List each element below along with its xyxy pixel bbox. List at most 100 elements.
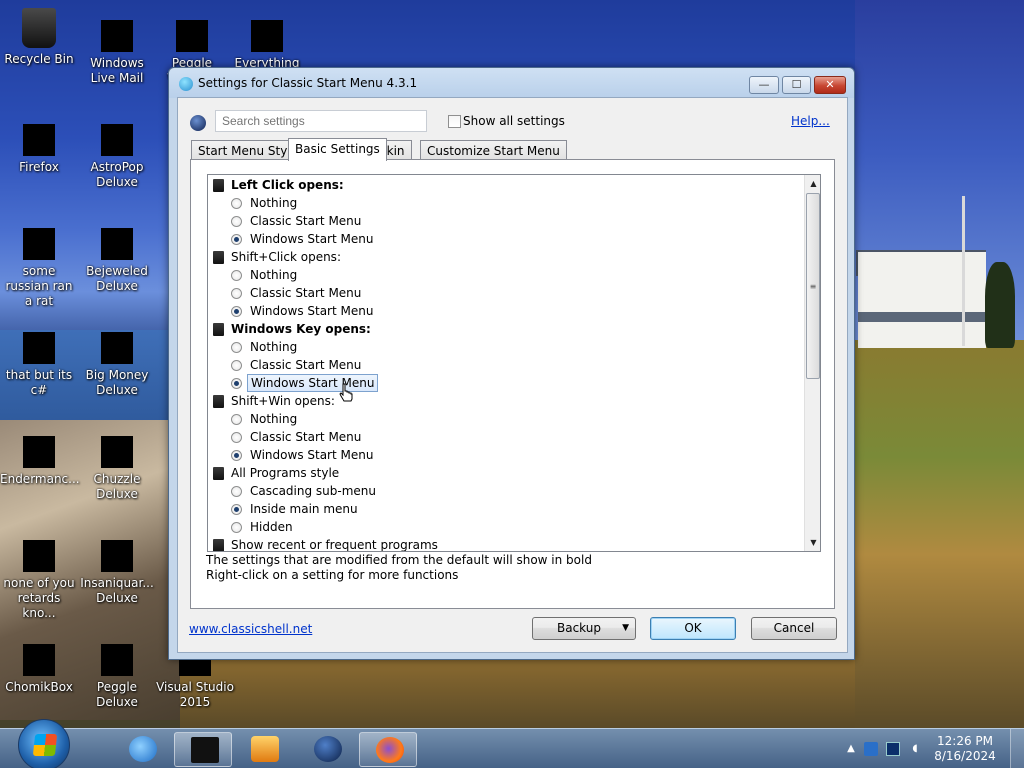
radio-unselected-icon[interactable]: [231, 288, 242, 299]
setting-option-label[interactable]: Hidden: [250, 518, 293, 536]
volume-icon[interactable]: ◖: [908, 742, 922, 756]
desktop-icon-recycle-bin[interactable]: Recycle Bin: [0, 8, 78, 67]
setting-radio-option[interactable]: Windows Start Menu: [208, 230, 803, 248]
setting-option-label[interactable]: Windows Start Menu: [250, 302, 373, 320]
taskbar-command-prompt[interactable]: [174, 732, 232, 767]
tray-app-icon[interactable]: [864, 742, 878, 756]
radio-unselected-icon[interactable]: [231, 216, 242, 227]
setting-option-label[interactable]: Inside main menu: [250, 500, 358, 518]
maximize-button[interactable]: ☐: [782, 76, 811, 94]
cancel-button[interactable]: Cancel: [751, 617, 837, 640]
setting-option-label[interactable]: Windows Start Menu: [247, 374, 379, 392]
search-input[interactable]: [215, 110, 427, 132]
setting-option-label[interactable]: Classic Start Menu: [250, 284, 361, 302]
radio-unselected-icon[interactable]: [231, 198, 242, 209]
setting-radio-option[interactable]: Classic Start Menu: [208, 428, 803, 446]
show-all-settings-checkbox[interactable]: [448, 115, 461, 128]
radio-unselected-icon[interactable]: [231, 270, 242, 281]
setting-group-header[interactable]: Windows Key opens:: [208, 320, 803, 338]
title-bar[interactable]: Settings for Classic Start Menu 4.3.1 — …: [169, 68, 854, 98]
backup-button[interactable]: Backup ▼: [532, 617, 636, 640]
desktop-icon-label: AstroPop Deluxe: [90, 160, 144, 189]
right-click-note: Right-click on a setting for more functi…: [206, 568, 459, 582]
taskbar-classic-shell[interactable]: [298, 732, 356, 767]
desktop-icon-astropop[interactable]: AstroPop Deluxe: [78, 124, 156, 190]
desktop-icon-bejeweled[interactable]: Bejeweled Deluxe: [78, 228, 156, 294]
setting-option-label[interactable]: Windows Start Menu: [250, 446, 373, 464]
scroll-up-arrow-icon[interactable]: ▲: [805, 175, 820, 192]
scroll-thumb[interactable]: ≡: [806, 193, 820, 379]
ok-button[interactable]: OK: [650, 617, 736, 640]
setting-option-label[interactable]: Nothing: [250, 194, 297, 212]
radio-selected-icon[interactable]: [231, 378, 242, 389]
setting-group-header[interactable]: All Programs style: [208, 464, 803, 482]
desktop-icon-insaniquarium[interactable]: Insaniquar... Deluxe: [78, 540, 156, 606]
show-hidden-icons-chevron-icon[interactable]: ▲: [844, 742, 858, 756]
desktop-icon-endermanch[interactable]: Endermanc...: [0, 436, 80, 487]
show-all-settings-label[interactable]: Show all settings: [463, 114, 565, 128]
classicshell-website-link[interactable]: www.classicshell.net: [189, 622, 312, 636]
setting-radio-option[interactable]: Nothing: [208, 410, 803, 428]
setting-radio-option[interactable]: Windows Start Menu: [208, 374, 803, 392]
setting-radio-option[interactable]: Inside main menu: [208, 500, 803, 518]
setting-radio-option[interactable]: Nothing: [208, 194, 803, 212]
setting-option-label[interactable]: Cascading sub-menu: [250, 482, 376, 500]
setting-radio-option[interactable]: Classic Start Menu: [208, 356, 803, 374]
setting-group-header[interactable]: Shift+Click opens:: [208, 248, 803, 266]
desktop-icon-firefox[interactable]: Firefox: [0, 124, 78, 175]
desktop-icon-big-money[interactable]: Big Money Deluxe: [78, 332, 156, 398]
setting-option-label[interactable]: Classic Start Menu: [250, 212, 361, 230]
setting-radio-option[interactable]: Classic Start Menu: [208, 284, 803, 302]
setting-option-label[interactable]: Nothing: [250, 410, 297, 428]
setting-group-label: Show recent or frequent programs: [231, 538, 438, 552]
desktop-icon-peggle[interactable]: Peggle Deluxe: [78, 644, 156, 710]
desktop-icon-none-of-you[interactable]: none of you retards kno...: [0, 540, 78, 621]
taskbar-firefox[interactable]: [359, 732, 417, 767]
start-button[interactable]: [18, 719, 70, 768]
setting-radio-option[interactable]: Nothing: [208, 338, 803, 356]
desktop-icon-windows-live-mail[interactable]: Windows Live Mail: [78, 20, 156, 86]
radio-unselected-icon[interactable]: [231, 432, 242, 443]
settings-tree[interactable]: Show recent or frequent programs Hidden In…: [207, 174, 821, 552]
radio-selected-icon[interactable]: [231, 450, 242, 461]
desktop-icon-chomikbox[interactable]: ChomikBox: [0, 644, 78, 695]
setting-group-header[interactable]: Left Click opens:: [208, 176, 803, 194]
desktop-icon-csharp[interactable]: that but its c#: [0, 332, 78, 398]
help-link[interactable]: Help...: [791, 114, 830, 128]
firefox-icon: [23, 124, 55, 156]
vertical-scrollbar[interactable]: ▲ ≡ ▼: [804, 175, 820, 551]
setting-radio-option[interactable]: Windows Start Menu: [208, 302, 803, 320]
taskbar-media-player[interactable]: [235, 732, 293, 767]
radio-unselected-icon[interactable]: [231, 342, 242, 353]
setting-option-label[interactable]: Nothing: [250, 338, 297, 356]
radio-selected-icon[interactable]: [231, 234, 242, 245]
tab-basic-settings[interactable]: Basic Settings: [288, 138, 387, 161]
setting-radio-option[interactable]: Cascading sub-menu: [208, 482, 803, 500]
clock[interactable]: 12:26 PM 8/16/2024: [930, 734, 1000, 764]
close-button[interactable]: ✕: [814, 76, 846, 94]
radio-unselected-icon[interactable]: [231, 360, 242, 371]
setting-option-label[interactable]: Windows Start Menu: [250, 230, 373, 248]
scroll-down-arrow-icon[interactable]: ▼: [805, 534, 820, 551]
radio-unselected-icon[interactable]: [231, 414, 242, 425]
setting-option-label[interactable]: Classic Start Menu: [250, 428, 361, 446]
setting-radio-option[interactable]: Windows Start Menu: [208, 446, 803, 464]
radio-selected-icon[interactable]: [231, 306, 242, 317]
taskbar-internet-explorer[interactable]: [113, 732, 171, 767]
setting-radio-option[interactable]: Classic Start Menu: [208, 212, 803, 230]
setting-group-header[interactable]: Shift+Win opens:: [208, 392, 803, 410]
setting-option-label[interactable]: Classic Start Menu: [250, 356, 361, 374]
show-desktop-button[interactable]: [1010, 729, 1024, 768]
setting-option-label[interactable]: Nothing: [250, 266, 297, 284]
radio-unselected-icon[interactable]: [231, 522, 242, 533]
tab-customize-start-menu[interactable]: Customize Start Menu: [420, 140, 567, 160]
network-icon[interactable]: [886, 742, 900, 756]
desktop-icon-chuzzle[interactable]: Chuzzle Deluxe: [78, 436, 156, 502]
radio-selected-icon[interactable]: [231, 504, 242, 515]
setting-group-header[interactable]: Show recent or frequent programs: [208, 536, 803, 552]
setting-radio-option[interactable]: Hidden: [208, 518, 803, 536]
setting-radio-option[interactable]: Nothing: [208, 266, 803, 284]
radio-unselected-icon[interactable]: [231, 486, 242, 497]
desktop-icon-russian-rat[interactable]: some russian ran a rat: [0, 228, 78, 309]
minimize-button[interactable]: —: [749, 76, 779, 94]
